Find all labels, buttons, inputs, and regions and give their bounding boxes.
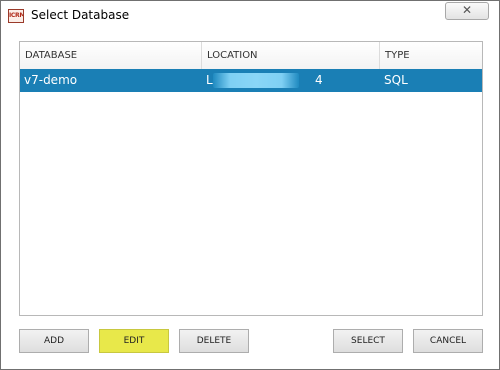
window-title: Select Database: [31, 8, 130, 22]
redacted-location: [213, 73, 299, 88]
cell-type: SQL: [384, 73, 408, 87]
close-button[interactable]: ✕: [445, 2, 489, 20]
column-header-database[interactable]: DATABASE: [20, 42, 202, 69]
table-row[interactable]: v7-demo L 4 SQL: [20, 69, 482, 92]
cell-location: L 4: [202, 69, 380, 92]
select-database-dialog: ICRM Select Database ✕ DATABASE LOCATION…: [0, 0, 500, 370]
app-icon: ICRM: [8, 9, 24, 23]
location-suffix: 4: [315, 73, 323, 87]
select-button[interactable]: SELECT: [333, 329, 403, 353]
delete-button[interactable]: DELETE: [179, 329, 249, 353]
cancel-button[interactable]: CANCEL: [413, 329, 483, 353]
column-header-location[interactable]: LOCATION: [202, 42, 380, 69]
close-icon: ✕: [461, 3, 473, 17]
cell-database: v7-demo: [24, 73, 78, 87]
edit-button[interactable]: EDIT: [99, 329, 169, 353]
column-header-type[interactable]: TYPE: [380, 42, 482, 69]
title-bar: ICRM Select Database ✕: [1, 1, 499, 31]
table-header: DATABASE LOCATION TYPE: [20, 42, 482, 70]
location-prefix: L: [206, 73, 213, 87]
add-button[interactable]: ADD: [19, 329, 89, 353]
database-table: DATABASE LOCATION TYPE v7-demo L 4 SQL: [19, 41, 483, 316]
